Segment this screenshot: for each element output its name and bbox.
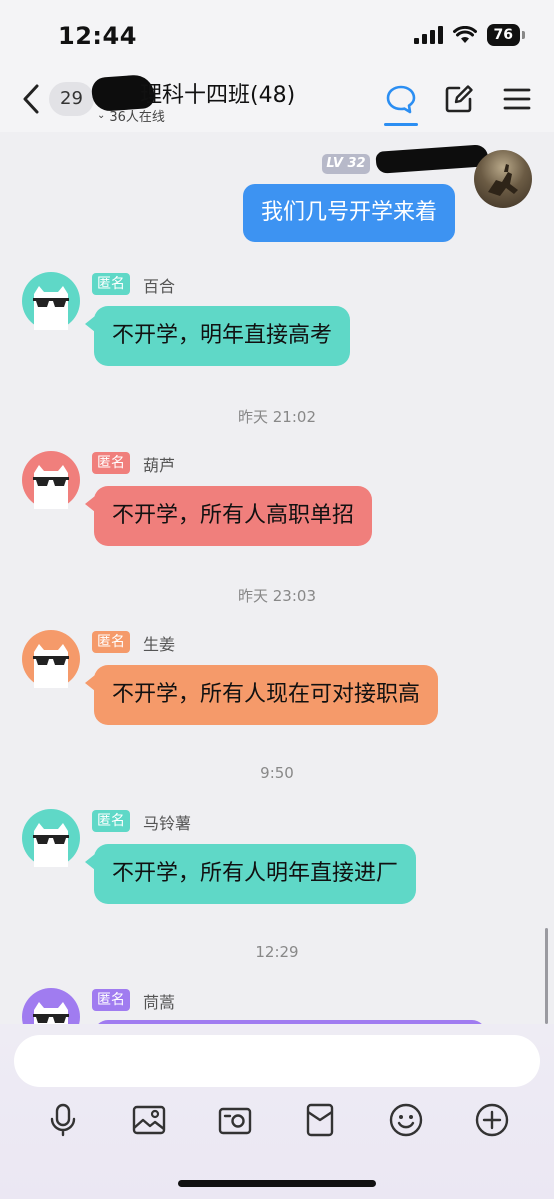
sender-nickname: 茼蒿: [143, 993, 176, 1012]
cellular-signal-icon: [413, 26, 443, 44]
cat-sunglasses-icon: [33, 823, 69, 867]
sender-nickname: 马铃薯: [143, 814, 192, 833]
battery-indicator: 76: [486, 24, 526, 46]
online-count: 36人在线: [109, 110, 165, 125]
unread-count-badge[interactable]: 29: [49, 82, 94, 116]
sender-nickname: 葫芦: [143, 456, 176, 475]
time-separator: 12:29: [255, 943, 299, 961]
level-badge: LV 32: [322, 154, 370, 174]
anonymous-tag: 匿名: [92, 989, 130, 1011]
my-message-bubble[interactable]: 我们几号开学来着: [243, 184, 456, 242]
home-indicator[interactable]: [178, 1180, 376, 1187]
online-status[interactable]: ⌄ 36人在线: [97, 106, 165, 125]
chat-bubble-icon[interactable]: [384, 82, 418, 116]
anonymous-tag: 匿名: [92, 631, 130, 653]
cat-sunglasses-icon: [33, 286, 69, 330]
message-bubble[interactable]: 不开学，所有人高职单招: [84, 486, 373, 546]
back-icon[interactable]: [18, 82, 44, 116]
anonymous-tag: 匿名: [92, 452, 130, 474]
chat-header: 29 理科十四班(48) ⌄ 36人在线: [0, 72, 554, 132]
sender-nickname: 生姜: [143, 635, 176, 654]
anonymous-avatar[interactable]: [22, 451, 80, 509]
menu-icon[interactable]: [500, 82, 534, 116]
cat-sunglasses-icon: [33, 465, 69, 509]
scrollbar[interactable]: [545, 928, 548, 1024]
camera-icon[interactable]: [217, 1102, 253, 1138]
time-separator: 昨天 23:03: [238, 587, 316, 605]
anonymous-tag: 匿名: [92, 273, 130, 295]
anonymous-avatar[interactable]: [22, 630, 80, 688]
message-bubble[interactable]: 不开学，明年直接高考: [84, 306, 351, 366]
sender-nickname: 百合: [143, 277, 176, 296]
emoji-icon[interactable]: [388, 1102, 424, 1138]
my-avatar[interactable]: [474, 150, 532, 208]
time-separator: 昨天 21:02: [238, 408, 316, 426]
chevron-down-icon: ⌄: [97, 110, 106, 121]
input-area: [0, 1024, 554, 1199]
red-packet-icon[interactable]: [302, 1102, 338, 1138]
plus-icon[interactable]: [474, 1102, 510, 1138]
status-indicators: 76: [413, 24, 526, 46]
message-bubble[interactable]: 不开学，所有人现在可对接职高: [84, 665, 439, 725]
horse-rider-image: [488, 164, 518, 196]
image-icon[interactable]: [131, 1102, 167, 1138]
edit-icon[interactable]: [442, 82, 476, 116]
group-title[interactable]: 理科十四班(48): [140, 77, 295, 109]
status-time: 12:44: [58, 22, 137, 50]
cat-sunglasses-icon: [33, 644, 69, 688]
message-bubble[interactable]: 不开学，所有人明年直接进厂: [84, 844, 417, 904]
redaction-mark: [375, 144, 489, 174]
anonymous-tag: 匿名: [92, 810, 130, 832]
active-tab-indicator: [384, 123, 418, 126]
anonymous-avatar[interactable]: [22, 272, 80, 330]
chat-message-list[interactable]: LV 32 我们几号开学来着 匿名 百合 不开学，明年直接高考 昨天 21:02…: [0, 132, 554, 1024]
cat-sunglasses-icon: [33, 1002, 69, 1024]
microphone-icon[interactable]: [45, 1102, 81, 1138]
time-separator: 9:50: [260, 764, 294, 782]
wifi-icon: [452, 26, 477, 43]
status-bar: 12:44 76: [0, 0, 554, 72]
message-input[interactable]: [14, 1035, 540, 1087]
anonymous-avatar[interactable]: [22, 988, 80, 1024]
anonymous-avatar[interactable]: [22, 809, 80, 867]
